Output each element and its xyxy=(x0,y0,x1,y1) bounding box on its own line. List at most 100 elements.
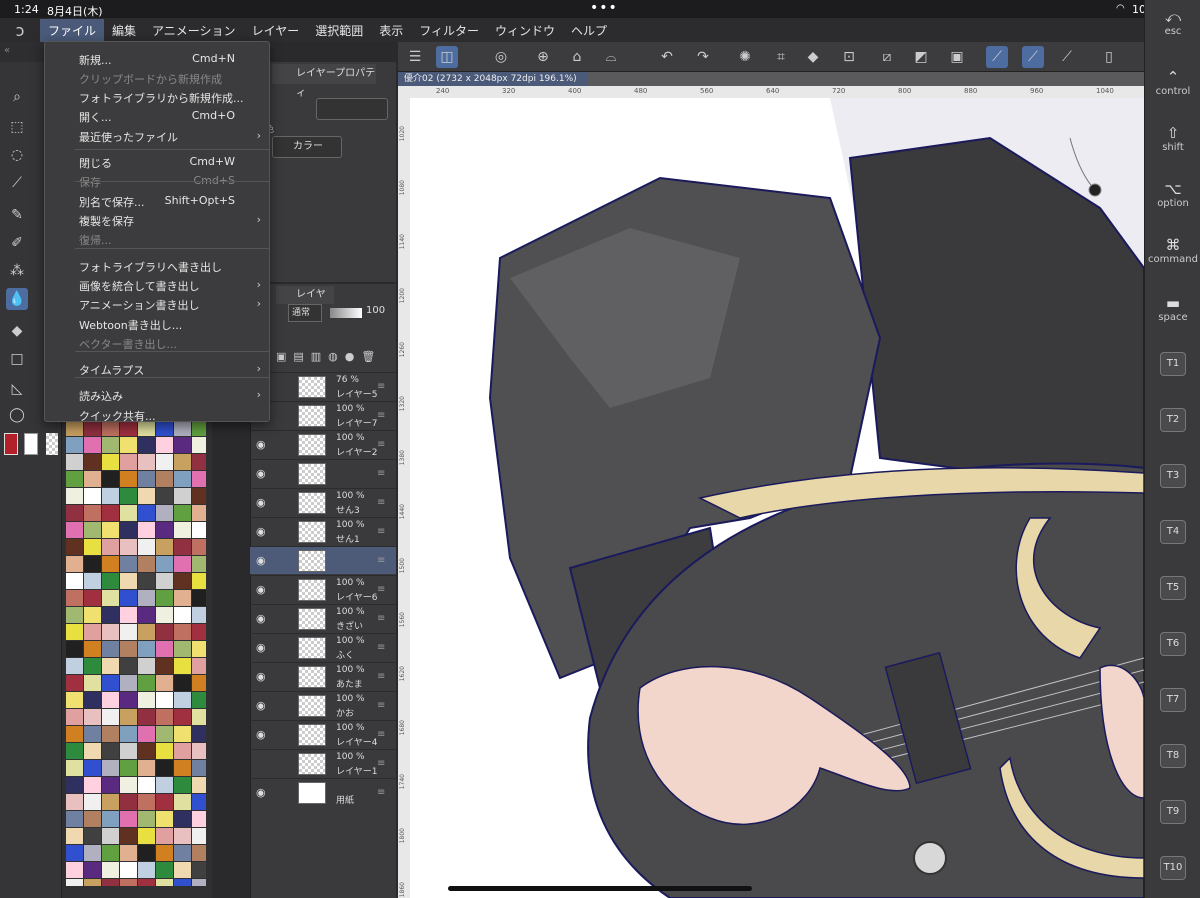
color-swatch[interactable] xyxy=(192,624,206,640)
color-swatch[interactable] xyxy=(84,726,101,742)
color-swatch[interactable] xyxy=(120,505,137,521)
custom-key[interactable]: T3 xyxy=(1160,464,1186,488)
color-swatch[interactable] xyxy=(156,522,173,538)
color-swatch[interactable] xyxy=(120,624,137,640)
color-swatch[interactable] xyxy=(102,573,119,589)
color-swatch[interactable] xyxy=(66,624,83,640)
color-swatch[interactable] xyxy=(156,641,173,657)
color-swatch[interactable] xyxy=(192,743,206,759)
layer-row[interactable]: ◉ 100 % きざい ≡ xyxy=(250,604,396,632)
expression-color-select[interactable]: カラー xyxy=(272,136,342,158)
color-swatch[interactable] xyxy=(174,879,191,886)
color-swatch[interactable] xyxy=(138,845,155,861)
drag-handle-icon[interactable]: ≡ xyxy=(377,671,385,682)
drag-handle-icon[interactable]: ≡ xyxy=(377,381,385,392)
color-swatch[interactable] xyxy=(138,675,155,691)
color-swatch[interactable] xyxy=(156,573,173,589)
color-swatch[interactable] xyxy=(102,471,119,487)
color-swatch[interactable] xyxy=(192,794,206,810)
operation-tool-icon[interactable]: ⬚ xyxy=(6,116,28,138)
file-menu-item[interactable]: 別名で保存... Shift+Opt+S xyxy=(45,191,269,209)
color-swatch[interactable] xyxy=(192,505,206,521)
color-swatch[interactable] xyxy=(102,709,119,725)
color-swatch[interactable] xyxy=(138,539,155,555)
color-swatch[interactable] xyxy=(84,556,101,572)
color-swatch[interactable] xyxy=(192,641,206,657)
custom-key[interactable]: T10 xyxy=(1160,856,1186,880)
color-swatch[interactable] xyxy=(120,454,137,470)
color-swatch[interactable] xyxy=(102,726,119,742)
custom-key[interactable]: T5 xyxy=(1160,576,1186,600)
drag-handle-icon[interactable]: ≡ xyxy=(377,729,385,740)
color-swatch[interactable] xyxy=(84,879,101,886)
color-swatch[interactable] xyxy=(66,454,83,470)
color-swatch[interactable] xyxy=(174,760,191,776)
drag-handle-icon[interactable]: ≡ xyxy=(377,497,385,508)
color-swatch[interactable] xyxy=(102,437,119,453)
menu-filter[interactable]: フィルター xyxy=(411,19,487,42)
color-swatch[interactable] xyxy=(102,607,119,623)
visibility-eye-icon[interactable]: ◉ xyxy=(256,583,266,596)
drawing-canvas[interactable] xyxy=(410,98,1144,898)
color-swatch[interactable] xyxy=(156,811,173,827)
color-swatch[interactable] xyxy=(156,488,173,504)
color-swatch[interactable] xyxy=(84,845,101,861)
color-swatch[interactable] xyxy=(174,794,191,810)
color-swatch[interactable] xyxy=(84,573,101,589)
visibility-eye-icon[interactable]: ◉ xyxy=(256,438,266,451)
color-swatch[interactable] xyxy=(66,777,83,793)
color-swatch[interactable] xyxy=(120,590,137,606)
color-swatch[interactable] xyxy=(120,641,137,657)
color-swatch[interactable] xyxy=(192,522,206,538)
color-swatch[interactable] xyxy=(192,488,206,504)
color-swatch[interactable] xyxy=(192,556,206,572)
fill-icon[interactable]: ◆ xyxy=(802,46,824,68)
show-selection-icon[interactable]: ▣ xyxy=(946,46,968,68)
color-swatch[interactable] xyxy=(138,658,155,674)
color-swatch[interactable] xyxy=(102,692,119,708)
color-swatch[interactable] xyxy=(66,726,83,742)
color-swatch[interactable] xyxy=(174,590,191,606)
color-swatch[interactable] xyxy=(120,607,137,623)
color-swatch[interactable] xyxy=(174,777,191,793)
color-swatch[interactable] xyxy=(174,607,191,623)
document-tab[interactable]: 優介02 (2732 x 2048px 72dpi 196.1%) xyxy=(398,72,588,86)
space-key[interactable]: ▬ space xyxy=(1145,294,1200,323)
blend-tool-icon[interactable]: 💧 xyxy=(6,288,28,310)
color-swatch[interactable] xyxy=(156,777,173,793)
color-swatch[interactable] xyxy=(138,811,155,827)
color-swatch[interactable] xyxy=(84,471,101,487)
file-menu-item[interactable]: フォトライブラリへ書き出し xyxy=(45,256,269,274)
color-swatch[interactable] xyxy=(102,675,119,691)
option-key[interactable]: ⌥ option xyxy=(1145,180,1200,209)
layer-row[interactable]: ◉ 100 % レイヤー4 ≡ xyxy=(250,720,396,748)
color-swatch[interactable] xyxy=(66,522,83,538)
color-swatch[interactable] xyxy=(120,539,137,555)
drag-handle-icon[interactable]: ≡ xyxy=(377,526,385,537)
color-swatch[interactable] xyxy=(102,845,119,861)
visibility-eye-icon[interactable]: ◉ xyxy=(256,699,266,712)
color-swatch[interactable] xyxy=(66,828,83,844)
color-swatch[interactable] xyxy=(120,879,137,886)
color-swatch[interactable] xyxy=(192,760,206,776)
file-menu-item[interactable]: タイムラプス › xyxy=(45,359,269,377)
layer-row[interactable]: ◉ ≡ xyxy=(250,546,396,574)
color-swatch[interactable] xyxy=(120,437,137,453)
layer-row[interactable]: 100 % レイヤー7 ≡ xyxy=(250,401,396,429)
color-swatch[interactable] xyxy=(192,454,206,470)
color-swatch[interactable] xyxy=(84,658,101,674)
color-swatch[interactable] xyxy=(102,488,119,504)
custom-key[interactable]: T6 xyxy=(1160,632,1186,656)
color-swatch[interactable] xyxy=(102,505,119,521)
color-swatch[interactable] xyxy=(102,556,119,572)
drag-handle-icon[interactable]: ≡ xyxy=(377,758,385,769)
pen-tool-icon[interactable]: ✎ xyxy=(6,204,28,226)
color-swatch[interactable] xyxy=(66,862,83,878)
color-swatch[interactable] xyxy=(66,505,83,521)
layer-row[interactable]: ◉ 100 % せん3 ≡ xyxy=(250,488,396,516)
layer-row[interactable]: ◉ 100 % かお ≡ xyxy=(250,691,396,719)
companion-mode-icon[interactable]: ◎ xyxy=(490,46,512,68)
color-swatch[interactable] xyxy=(84,760,101,776)
color-swatch[interactable] xyxy=(66,641,83,657)
file-menu-item[interactable]: 開く... Cmd+O xyxy=(45,106,269,124)
